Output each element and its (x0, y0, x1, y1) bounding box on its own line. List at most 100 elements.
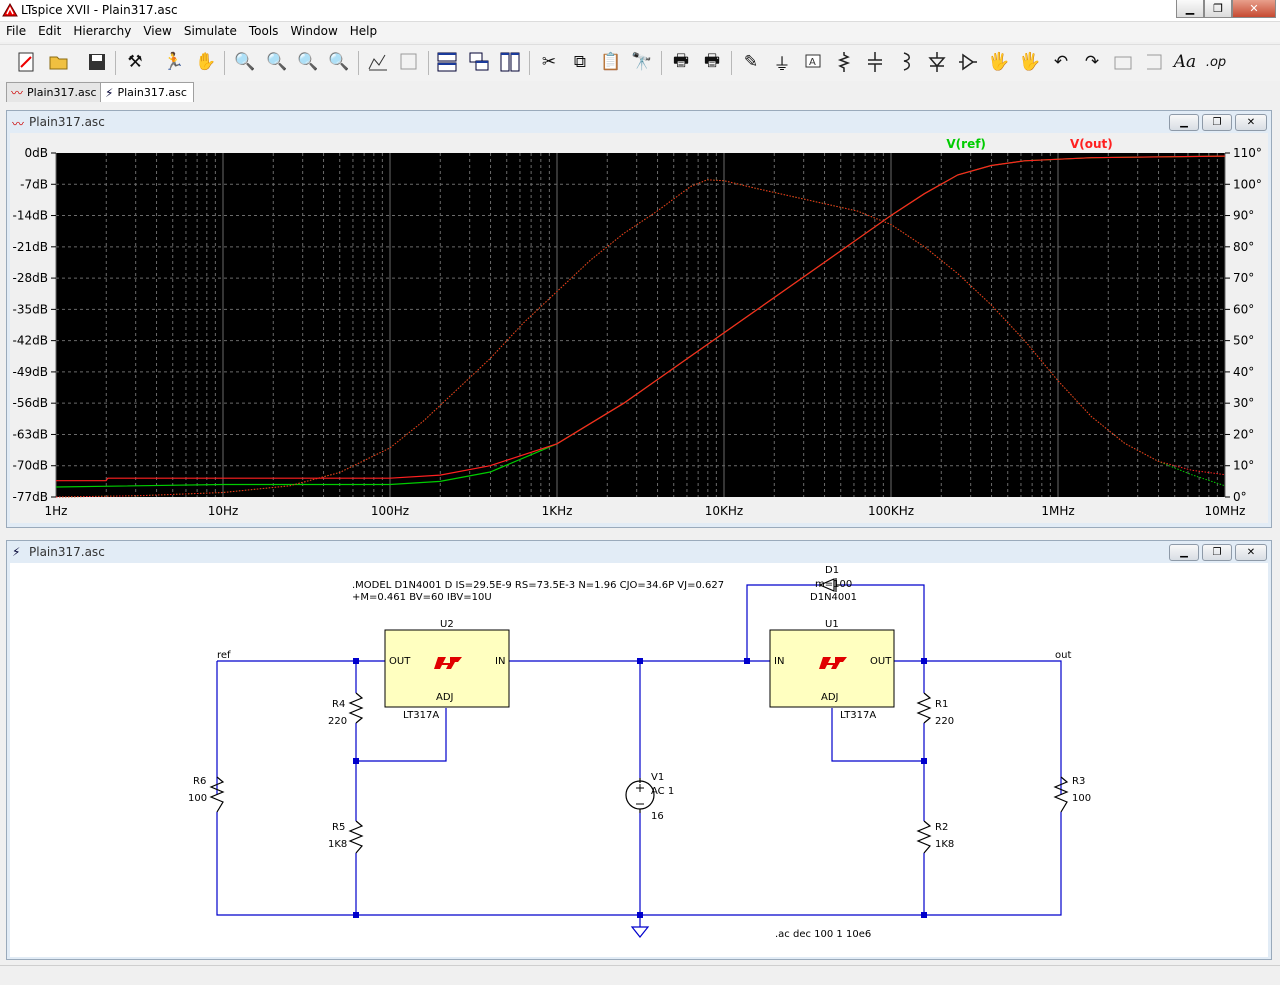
mirror-icon[interactable] (1141, 49, 1167, 75)
x-tick-label: 10MHz (1205, 504, 1246, 518)
menu-tools[interactable]: Tools (243, 22, 285, 42)
net-label-ref[interactable]: ref (217, 650, 231, 661)
waveform-close-button[interactable]: ✕ (1235, 114, 1267, 131)
diode-icon[interactable] (924, 49, 950, 75)
text-icon[interactable]: Aa (1172, 49, 1198, 75)
print-setup-icon[interactable]: 🖶 (699, 49, 725, 75)
waveform-minimize-button[interactable]: ▁ (1169, 114, 1199, 131)
r2-ref: R2 (935, 822, 948, 833)
schematic-restore-button[interactable]: ❐ (1202, 544, 1232, 561)
x-tick-label: 10KHz (705, 504, 743, 518)
u1-pin-out: OUT (870, 656, 892, 667)
waveform-icon[interactable] (396, 49, 422, 75)
rotate-icon[interactable] (1110, 49, 1136, 75)
menu-view[interactable]: View (137, 22, 177, 42)
d1-model: D1N4001 (810, 592, 857, 603)
tile-horizontal-icon[interactable] (434, 49, 460, 75)
u2-pin-adj: ADJ (436, 692, 454, 703)
tile-vertical-icon[interactable] (497, 49, 523, 75)
u1-pin-in: IN (774, 656, 784, 667)
r5-ref: R5 (332, 822, 345, 833)
ground-symbol[interactable] (630, 926, 650, 938)
document-tabs: 〰 Plain317.asc ⚡ Plain317.asc (0, 81, 1280, 102)
regulator-u1[interactable]: U1 IN OUT ADJ LT317A (769, 619, 895, 721)
save-icon[interactable] (84, 49, 110, 75)
paste-icon[interactable]: 📋 (598, 49, 624, 75)
regulator-u2[interactable]: U2 OUT IN ADJ LT317A (384, 619, 510, 721)
wires (216, 584, 1062, 927)
waveform-restore-button[interactable]: ❐ (1202, 114, 1232, 131)
zoom-pan-icon[interactable]: 🔍 (264, 49, 290, 75)
inductor-icon[interactable] (893, 49, 919, 75)
legend-label-1[interactable]: V(out) (1070, 137, 1113, 151)
u2-ref-label: U2 (440, 619, 454, 630)
resistor-r5[interactable] (348, 820, 364, 854)
tab-schematic[interactable]: ⚡ Plain317.asc (100, 82, 194, 102)
maximize-button[interactable]: ❐ (1204, 0, 1232, 18)
waveform-tab-icon: 〰 (11, 86, 24, 100)
legend-label-0[interactable]: V(ref) (946, 137, 986, 151)
move-icon[interactable]: 🖐 (986, 49, 1012, 75)
find-icon[interactable]: 🔭 (629, 49, 655, 75)
menu-help[interactable]: Help (344, 22, 383, 42)
resistor-r1[interactable] (916, 692, 932, 724)
resistor-icon[interactable] (831, 49, 857, 75)
bode-plot[interactable]: 0dB -7dB -14dB -21dB -28dB -35dB -42dB -49dB -56… (10, 133, 1268, 523)
wire-icon[interactable]: ✎ (738, 49, 764, 75)
y-tick-label-left: -56dB (13, 396, 48, 410)
zoom-in-icon[interactable]: 🔍 (232, 49, 258, 75)
undo-icon[interactable]: ↶ (1048, 49, 1074, 75)
menu-file[interactable]: File (0, 22, 32, 42)
halt-icon[interactable]: ✋ (193, 49, 219, 75)
u1-part-label: LT317A (840, 710, 876, 721)
new-schematic-icon[interactable] (14, 49, 40, 75)
voltage-source-v1[interactable]: V1 AC 1 16 (625, 772, 674, 822)
toolbar: ⚒ 🏃 ✋ 🔍 🔍 🔍 🔍 ✂ ⧉ 📋 🔭 🖶 🖶 ✎ ⏚ A 🖐 🖐 ↶ ↷ … (0, 44, 1280, 82)
r4-value: 220 (328, 716, 347, 727)
capacitor-icon[interactable] (862, 49, 888, 75)
plot-area[interactable] (56, 153, 1225, 497)
open-icon[interactable] (46, 49, 72, 75)
close-button[interactable]: ✕ (1232, 0, 1276, 18)
resistor-r4[interactable] (348, 692, 364, 724)
redo-icon[interactable]: ↷ (1079, 49, 1105, 75)
y-tick-label-right: 20° (1233, 427, 1254, 441)
resistor-r2[interactable] (916, 820, 932, 854)
x-tick-label: 10Hz (208, 504, 239, 518)
menu-window[interactable]: Window (284, 22, 343, 42)
menu-simulate[interactable]: Simulate (178, 22, 243, 42)
schematic-minimize-button[interactable]: ▁ (1169, 544, 1199, 561)
model-directive-line2[interactable]: +M=0.461 BV=60 IBV=10U (352, 592, 492, 603)
ground-icon[interactable]: ⏚ (769, 49, 795, 75)
menu-edit[interactable]: Edit (32, 22, 67, 42)
autorange-icon[interactable] (365, 49, 391, 75)
schematic-close-button[interactable]: ✕ (1235, 544, 1267, 561)
run-icon[interactable]: 🏃 (161, 49, 187, 75)
schematic-canvas[interactable]: U2 OUT IN ADJ LT317A U1 IN OUT ADJ LT317… (10, 563, 1268, 957)
print-icon[interactable]: 🖶 (668, 49, 694, 75)
model-directive-line1[interactable]: .MODEL D1N4001 D IS=29.5E-9 RS=73.5E-3 N… (352, 580, 724, 591)
d1-extra: m=100 (815, 579, 852, 590)
diode-d1[interactable]: D1 m=100 D1N4001 (810, 565, 857, 603)
d1-ref: D1 (825, 565, 839, 576)
drag-icon[interactable]: 🖐 (1017, 49, 1043, 75)
x-tick-label: 1MHz (1041, 504, 1074, 518)
x-tick-label: 1Hz (45, 504, 68, 518)
y-tick-label-right: 10° (1233, 459, 1254, 473)
label-net-icon[interactable]: A (800, 49, 826, 75)
zoom-out-icon[interactable]: 🔍 (295, 49, 321, 75)
net-label-out[interactable]: out (1055, 650, 1071, 661)
copy-icon[interactable]: ⧉ (567, 49, 593, 75)
spice-directive-icon[interactable]: .op (1203, 49, 1229, 75)
y-tick-label-right: 80° (1233, 240, 1254, 254)
zoom-cancel-icon[interactable]: 🔍 (326, 49, 352, 75)
cascade-icon[interactable] (466, 49, 492, 75)
tab-waveform[interactable]: 〰 Plain317.asc (6, 82, 104, 102)
control-panel-icon[interactable]: ⚒ (122, 49, 148, 75)
cut-icon[interactable]: ✂ (536, 49, 562, 75)
x-tick-label: 100KHz (868, 504, 914, 518)
menu-hierarchy[interactable]: Hierarchy (67, 22, 137, 42)
component-icon[interactable] (955, 49, 981, 75)
minimize-button[interactable]: ▁ (1176, 0, 1204, 18)
ac-directive[interactable]: .ac dec 100 1 10e6 (775, 929, 871, 940)
